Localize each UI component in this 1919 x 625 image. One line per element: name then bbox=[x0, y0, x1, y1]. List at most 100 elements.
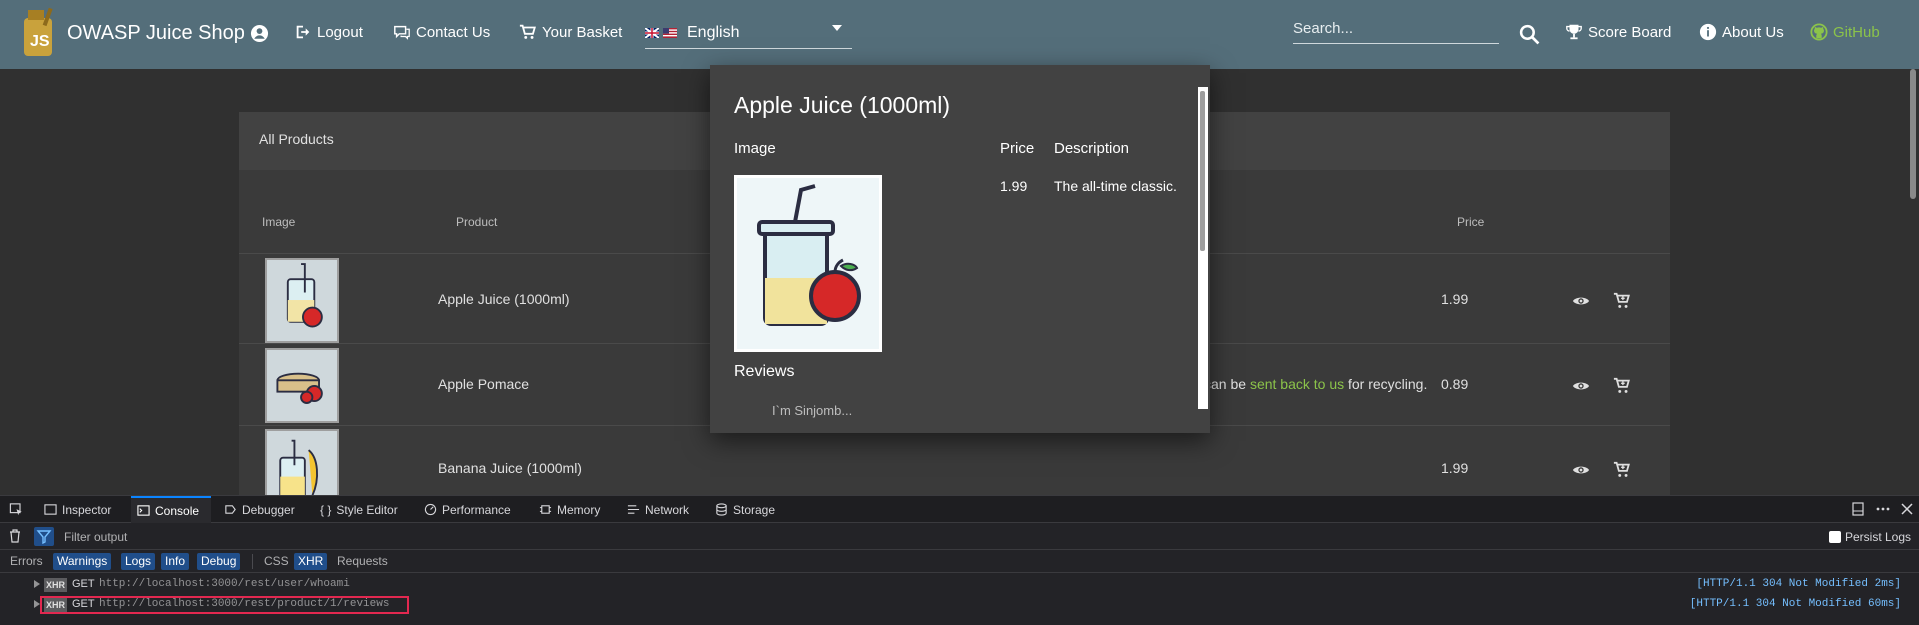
tab-console[interactable]: Console bbox=[131, 496, 211, 523]
filter-output-input[interactable] bbox=[64, 528, 564, 545]
tab-performance[interactable]: Performance bbox=[418, 496, 517, 523]
persist-logs-checkbox[interactable] bbox=[1829, 531, 1841, 543]
expand-arrow-icon[interactable] bbox=[34, 600, 40, 608]
page-scrollbar[interactable] bbox=[1908, 69, 1919, 495]
dialog-price-label: Price bbox=[1000, 140, 1035, 157]
filter-separator bbox=[252, 554, 253, 569]
tab-network-label: Network bbox=[645, 502, 690, 517]
product-price: 1.99 bbox=[1441, 460, 1469, 476]
search-icon[interactable] bbox=[1519, 24, 1540, 45]
trophy-icon bbox=[1566, 24, 1582, 40]
chevron-down-icon bbox=[832, 25, 842, 31]
product-price: 0.89 bbox=[1441, 376, 1469, 392]
braces-icon: { } bbox=[320, 502, 332, 517]
console-filter-bar: Persist Logs bbox=[0, 523, 1919, 550]
tab-debugger-label: Debugger bbox=[242, 502, 295, 517]
filter-css[interactable]: CSS bbox=[260, 553, 293, 570]
console-log-entry[interactable]: XHR GET http://localhost:3000/rest/produ… bbox=[0, 595, 1919, 615]
debugger-icon bbox=[225, 505, 236, 514]
language-select[interactable]: English bbox=[645, 17, 852, 49]
page-scrollbar-thumb[interactable] bbox=[1910, 69, 1916, 199]
dialog-scrollbar-thumb[interactable] bbox=[1200, 91, 1205, 251]
filter-warnings[interactable]: Warnings bbox=[53, 553, 112, 570]
review-text: I`m Sinjomb... bbox=[772, 403, 853, 418]
add-to-basket-icon[interactable] bbox=[1613, 377, 1631, 395]
dock-side-icon[interactable] bbox=[1851, 502, 1865, 516]
score-board-label: Score Board bbox=[1588, 23, 1672, 41]
account-icon[interactable] bbox=[250, 24, 269, 43]
request-method: GET bbox=[72, 578, 95, 590]
contact-us-button[interactable]: Contact Us bbox=[393, 23, 490, 41]
request-method: GET bbox=[72, 598, 95, 610]
description-text: can be bbox=[1204, 376, 1250, 392]
product-price: 1.99 bbox=[1441, 291, 1469, 307]
tab-debugger[interactable]: Debugger bbox=[218, 496, 301, 523]
more-options-icon[interactable] bbox=[1876, 502, 1890, 516]
column-header-price: Price bbox=[1457, 215, 1485, 229]
network-icon bbox=[627, 505, 640, 514]
xhr-badge: XHR bbox=[44, 598, 68, 612]
your-basket-button[interactable]: Your Basket bbox=[519, 23, 622, 41]
your-basket-label: Your Basket bbox=[542, 23, 623, 41]
filter-errors[interactable]: Errors bbox=[6, 553, 47, 570]
console-log-entry[interactable]: XHR GET http://localhost:3000/rest/user/… bbox=[0, 575, 1919, 595]
search-field[interactable] bbox=[1293, 16, 1499, 44]
about-us-button[interactable]: About Us bbox=[1699, 23, 1784, 41]
shopping-cart-icon bbox=[519, 24, 536, 39]
juice-shop-logo-icon[interactable]: JS bbox=[18, 6, 64, 58]
eye-icon[interactable] bbox=[1572, 292, 1590, 310]
trash-icon[interactable] bbox=[8, 529, 22, 543]
filter-xhr[interactable]: XHR bbox=[294, 553, 328, 570]
add-to-basket-icon[interactable] bbox=[1613, 292, 1631, 310]
database-icon bbox=[716, 503, 727, 516]
tab-memory-label: Memory bbox=[557, 502, 601, 517]
close-icon[interactable] bbox=[1900, 502, 1914, 516]
tab-network[interactable]: Network bbox=[621, 496, 695, 523]
tab-style-editor[interactable]: { } Style Editor bbox=[314, 496, 404, 523]
expand-arrow-icon[interactable] bbox=[34, 580, 40, 588]
devtools-toolbar: Inspector Console Debugger { } Style Edit… bbox=[0, 496, 1919, 523]
reviews-heading[interactable]: Reviews bbox=[734, 363, 794, 381]
request-status[interactable]: [HTTP/1.1 304 Not Modified 60ms] bbox=[1690, 598, 1901, 610]
github-button[interactable]: GitHub bbox=[1810, 23, 1880, 41]
xhr-badge: XHR bbox=[44, 578, 68, 592]
sent-back-link[interactable]: sent back to us bbox=[1250, 376, 1344, 392]
memory-chip-icon bbox=[539, 505, 552, 514]
inspector-icon bbox=[44, 504, 57, 515]
github-label: GitHub bbox=[1833, 23, 1880, 41]
tab-inspector[interactable]: Inspector bbox=[38, 496, 117, 523]
logout-button[interactable]: Logout bbox=[294, 23, 363, 41]
tab-performance-label: Performance bbox=[442, 502, 511, 517]
search-input[interactable] bbox=[1293, 16, 1499, 37]
dialog-image-label: Image bbox=[734, 140, 776, 157]
product-name: Apple Juice (1000ml) bbox=[438, 291, 570, 307]
product-details-dialog: Apple Juice (1000ml) Image Price Descrip… bbox=[710, 65, 1210, 433]
request-status[interactable]: [HTTP/1.1 304 Not Modified 2ms] bbox=[1696, 578, 1901, 590]
add-to-basket-icon[interactable] bbox=[1613, 461, 1631, 479]
filter-info[interactable]: Info bbox=[161, 553, 190, 570]
devtools-panel: Inspector Console Debugger { } Style Edit… bbox=[0, 495, 1919, 625]
comments-icon bbox=[394, 25, 410, 40]
product-image bbox=[265, 348, 339, 423]
eye-icon[interactable] bbox=[1572, 461, 1590, 479]
eye-icon[interactable] bbox=[1572, 377, 1590, 395]
filter-icon[interactable] bbox=[34, 527, 54, 546]
uk-flag-icon bbox=[645, 27, 659, 38]
app-title[interactable]: OWASP Juice Shop bbox=[67, 22, 245, 45]
dialog-scrollbar[interactable] bbox=[1198, 87, 1208, 409]
element-picker-icon[interactable] bbox=[9, 503, 24, 517]
persist-logs-toggle[interactable]: Persist Logs bbox=[1829, 530, 1911, 544]
console-level-filters: Errors Warnings Logs Info Debug CSS XHR … bbox=[0, 550, 1919, 573]
persist-logs-label: Persist Logs bbox=[1845, 530, 1912, 544]
request-url[interactable]: http://localhost:3000/rest/product/1/rev… bbox=[99, 598, 389, 610]
tab-storage[interactable]: Storage bbox=[709, 496, 781, 523]
about-us-label: About Us bbox=[1722, 23, 1784, 41]
request-url[interactable]: http://localhost:3000/rest/user/whoami bbox=[99, 578, 350, 590]
filter-logs[interactable]: Logs bbox=[121, 553, 156, 570]
filter-debug[interactable]: Debug bbox=[197, 553, 241, 570]
filter-requests[interactable]: Requests bbox=[333, 553, 392, 570]
score-board-button[interactable]: Score Board bbox=[1565, 23, 1671, 41]
product-name: Banana Juice (1000ml) bbox=[438, 460, 582, 476]
tab-memory[interactable]: Memory bbox=[533, 496, 606, 523]
description-text-suffix: for recycling. bbox=[1344, 376, 1428, 392]
